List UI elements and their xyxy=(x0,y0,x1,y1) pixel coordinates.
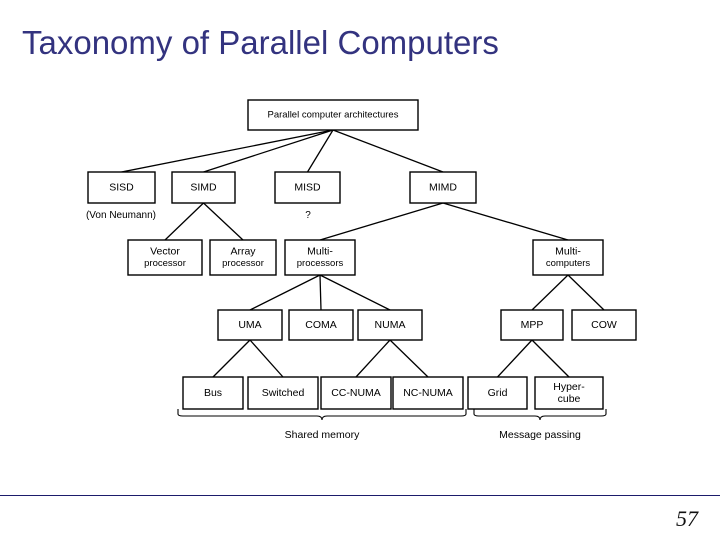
tree-node-numa[interactable]: NUMA xyxy=(357,309,423,341)
brace-shared-memory xyxy=(177,409,467,421)
tree-node-multiproc[interactable]: Multi-processors xyxy=(284,239,356,276)
annotation-misd-question: ? xyxy=(305,210,311,221)
page-title: Taxonomy of Parallel Computers xyxy=(22,24,499,61)
tree-edge-root-to-sisd xyxy=(121,129,334,173)
node-label-grid: Grid xyxy=(488,387,508,399)
node-label-coma: COMA xyxy=(305,319,337,331)
node-label-uma: UMA xyxy=(238,319,261,331)
tree-edge-simd-to-vector xyxy=(164,202,204,241)
tree-annotations: (Von Neumann)? xyxy=(86,210,311,221)
node-label-array: Array xyxy=(230,245,256,257)
tree-node-root[interactable]: Parallel computer architectures xyxy=(247,99,419,131)
node-label-ccnuma: CC-NUMA xyxy=(331,387,381,399)
tree-node-vector[interactable]: Vectorprocessor xyxy=(127,239,203,276)
tree-node-simd[interactable]: SIMD xyxy=(171,171,236,204)
node-label-multicomp: computers xyxy=(546,258,591,269)
tree-node-multicomp[interactable]: Multi-computers xyxy=(532,239,604,276)
tree-node-array[interactable]: Arrayprocessor xyxy=(209,239,277,276)
node-label-hypercube: cube xyxy=(558,393,581,405)
tree-node-hypercube[interactable]: Hyper-cube xyxy=(534,376,604,410)
tree-edge-numa-to-ncnuma xyxy=(389,339,429,378)
tree-node-misd[interactable]: MISD xyxy=(274,171,341,204)
tree-node-coma[interactable]: COMA xyxy=(288,309,354,341)
node-label-mpp: MPP xyxy=(521,319,544,331)
node-label-misd: MISD xyxy=(294,181,321,193)
tree-node-bus[interactable]: Bus xyxy=(182,376,244,410)
node-label-simd: SIMD xyxy=(190,181,217,193)
tree-edge-multiproc-to-uma xyxy=(249,274,321,311)
brace-label-message-passing: Message passing xyxy=(499,429,581,441)
node-label-mimd: MIMD xyxy=(429,181,457,193)
node-label-multiproc: processors xyxy=(297,258,344,269)
tree-node-cow[interactable]: COW xyxy=(571,309,637,341)
tree-edge-root-to-mimd xyxy=(332,129,444,173)
node-label-switched: Switched xyxy=(262,387,305,399)
annotation-von-neumann: (Von Neumann) xyxy=(86,210,156,221)
node-label-numa: NUMA xyxy=(375,319,406,331)
page-number: 57 xyxy=(676,506,698,531)
tree-edge-multiproc-to-coma xyxy=(319,274,322,311)
node-label-multicomp: Multi- xyxy=(555,245,581,257)
brace-label-shared-memory: Shared memory xyxy=(285,429,360,441)
node-label-ncnuma: NC-NUMA xyxy=(403,387,453,399)
tree-node-mimd[interactable]: MIMD xyxy=(409,171,477,204)
tree-node-mpp[interactable]: MPP xyxy=(500,309,564,341)
node-label-array: processor xyxy=(222,258,264,269)
node-label-multiproc: Multi- xyxy=(307,245,333,257)
tree-edge-multicomp-to-mpp xyxy=(531,274,569,311)
tree-edge-mpp-to-hypercube xyxy=(531,339,570,378)
tree-node-ncnuma[interactable]: NC-NUMA xyxy=(392,376,464,410)
node-label-root: Parallel computer architectures xyxy=(268,110,399,121)
taxonomy-diagram: Parallel computer architectures SISD SIMD M… xyxy=(0,88,720,458)
tree-edge-mpp-to-grid xyxy=(497,339,533,378)
tree-braces: Shared memory Message passing xyxy=(177,409,607,441)
node-label-bus: Bus xyxy=(204,387,222,399)
tree-node-grid[interactable]: Grid xyxy=(467,376,528,410)
tree-edge-mimd-to-multiproc xyxy=(319,202,444,241)
tree-edge-numa-to-ccnuma xyxy=(355,339,391,378)
node-label-cow: COW xyxy=(591,319,617,331)
node-label-hypercube: Hyper- xyxy=(553,381,585,393)
tree-node-switched[interactable]: Switched xyxy=(247,376,319,410)
footer-divider xyxy=(0,495,720,496)
tree-edge-uma-to-bus xyxy=(212,339,251,378)
tree-edge-simd-to-array xyxy=(203,202,244,241)
node-label-sisd: SISD xyxy=(109,181,134,193)
node-label-vector: processor xyxy=(144,258,186,269)
taxonomy-tree-svg: Parallel computer architectures SISD SIMD M… xyxy=(86,99,637,441)
tree-edge-root-to-simd xyxy=(203,129,334,173)
tree-edge-multiproc-to-numa xyxy=(319,274,391,311)
tree-node-sisd[interactable]: SISD xyxy=(87,171,156,204)
tree-edge-uma-to-switched xyxy=(249,339,284,378)
tree-edge-multicomp-to-cow xyxy=(567,274,605,311)
tree-edge-mimd-to-multicomp xyxy=(442,202,569,241)
tree-edge-root-to-misd xyxy=(306,129,334,173)
node-label-vector: Vector xyxy=(150,245,180,257)
tree-node-ccnuma[interactable]: CC-NUMA xyxy=(320,376,392,410)
tree-node-uma[interactable]: UMA xyxy=(217,309,283,341)
brace-message-passing xyxy=(473,409,607,421)
